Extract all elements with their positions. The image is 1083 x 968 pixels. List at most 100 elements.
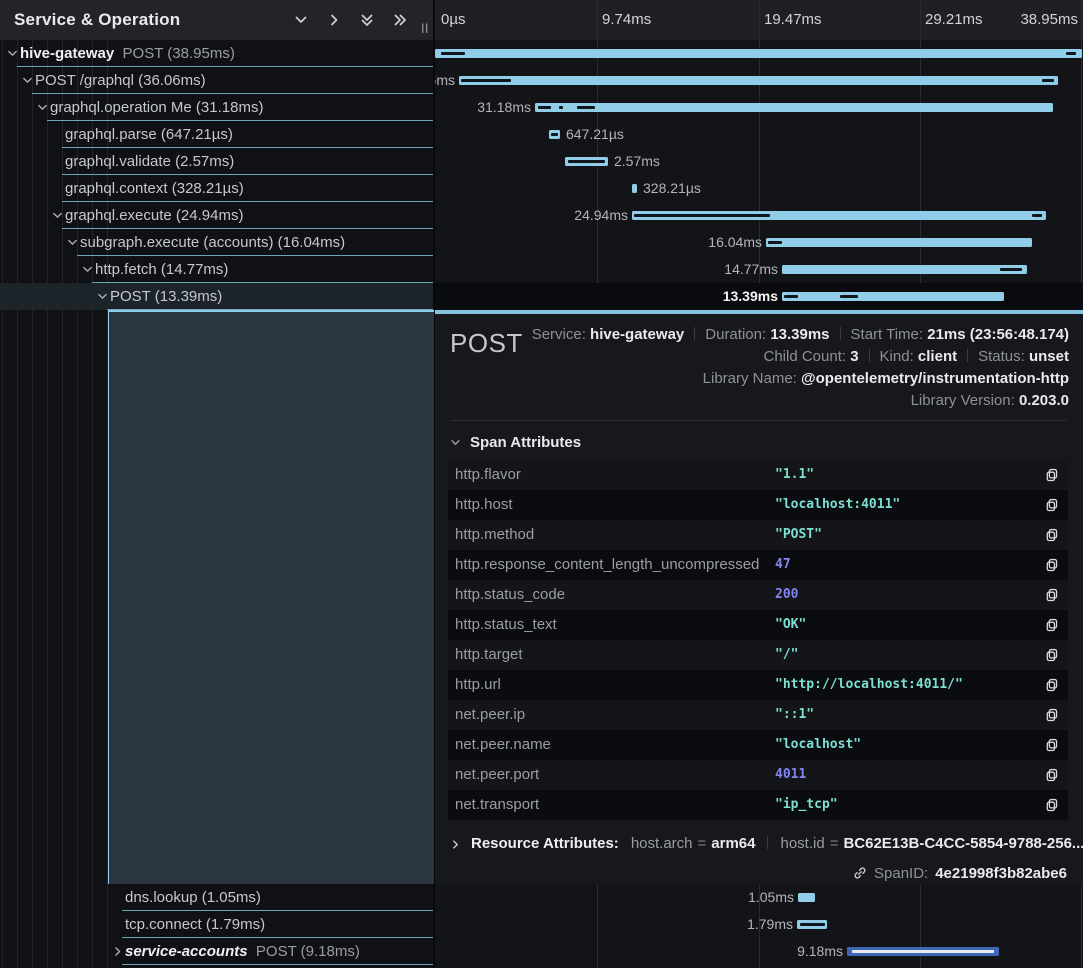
span-bar-row[interactable]: 14.77ms (435, 256, 1083, 283)
span-detail-panel: POST Service: hive-gatewayDuration: 13.3… (435, 310, 1083, 884)
span-bar-row[interactable]: 1.05ms (435, 884, 1083, 911)
span-duration-bar[interactable] (632, 211, 1046, 220)
chevron-right-icon (450, 839, 461, 850)
meta-line-4: Library Version: 0.203.0 (532, 390, 1069, 412)
chevron-down-icon[interactable] (66, 236, 79, 249)
copy-icon[interactable] (1045, 618, 1059, 632)
attribute-row: http.url"http://localhost:4011/" (448, 670, 1068, 700)
child-span-mark (538, 106, 551, 109)
service-operation-header: Service & Operation || (0, 0, 434, 40)
span-tree-row[interactable]: POST /graphql (36.06ms) (0, 67, 434, 94)
link-icon[interactable] (853, 866, 867, 880)
span-tree-row[interactable]: service-accounts POST (9.18ms) (0, 938, 434, 965)
span-bar-row[interactable]: 24.94ms (435, 202, 1083, 229)
kind-label: Kind: (880, 348, 914, 365)
chevron-down-icon[interactable] (81, 263, 94, 276)
span-duration-bar[interactable] (459, 76, 1058, 85)
timeline-panel: 0µs9.74ms19.47ms29.21ms38.95ms 38.95ms36… (435, 0, 1083, 968)
chevron-right-icon[interactable] (111, 945, 124, 958)
span-tree-row[interactable]: dns.lookup (1.05ms) (0, 884, 434, 911)
attribute-row: net.peer.name"localhost" (448, 730, 1068, 760)
divider (450, 420, 1067, 421)
copy-icon[interactable] (1045, 768, 1059, 782)
span-tree-row[interactable]: graphql.validate (2.57ms) (0, 148, 434, 175)
span-bar-row[interactable]: 2.57ms (435, 148, 1083, 175)
attribute-key: net.transport (455, 790, 539, 820)
copy-icon[interactable] (1045, 678, 1059, 692)
child-span-mark (1000, 268, 1022, 271)
span-name: graphql.parse (647.21µs) (65, 121, 233, 148)
span-bar-row[interactable]: 16.04ms (435, 229, 1083, 256)
span-bar-row[interactable]: 13.39ms (435, 283, 1083, 310)
start-time-label: Start Time: (851, 326, 924, 343)
meta-line-2: Child Count: 3Kind: clientStatus: unset (532, 346, 1069, 368)
span-bar-row[interactable]: 38.95ms (435, 40, 1083, 67)
span-duration-bar[interactable] (782, 292, 1004, 301)
copy-icon[interactable] (1045, 738, 1059, 752)
span-duration-bar[interactable] (632, 184, 637, 193)
copy-icon[interactable] (1045, 648, 1059, 662)
copy-icon[interactable] (1045, 798, 1059, 812)
span-duration-bar[interactable] (766, 238, 1032, 247)
meta-line-1: Service: hive-gatewayDuration: 13.39msSt… (532, 324, 1069, 346)
chevron-down-icon[interactable] (293, 12, 309, 28)
copy-icon[interactable] (1045, 528, 1059, 542)
chevron-down-icon[interactable] (51, 209, 64, 222)
chevron-down-icon[interactable] (96, 290, 109, 303)
span-tree-row[interactable]: tcp.connect (1.79ms) (0, 911, 434, 938)
copy-icon[interactable] (1045, 468, 1059, 482)
span-detail-meta: Service: hive-gatewayDuration: 13.39msSt… (532, 324, 1069, 412)
chevron-down-icon[interactable] (6, 47, 19, 60)
child-span-mark (1066, 52, 1076, 55)
span-name: graphql.context (328.21µs) (65, 175, 244, 202)
double-chevron-down-icon[interactable] (359, 12, 375, 28)
attribute-value: "OK" (775, 610, 806, 640)
duration-label: Duration: (705, 326, 766, 343)
panel-resize-handle[interactable]: || (421, 23, 429, 34)
copy-icon[interactable] (1045, 498, 1059, 512)
chevron-right-icon[interactable] (326, 12, 342, 28)
span-tree-row[interactable]: http.fetch (14.77ms) (0, 256, 434, 283)
chevron-down-icon[interactable] (21, 74, 34, 87)
span-bar-row[interactable]: 647.21µs (435, 121, 1083, 148)
span-tree-row[interactable]: hive-gateway POST (38.95ms) (0, 40, 434, 67)
chevron-down-icon (450, 437, 461, 448)
span-tree-row[interactable]: graphql.operation Me (31.18ms) (0, 94, 434, 121)
span-attributes-toggle[interactable]: Span Attributes (450, 434, 581, 451)
attribute-row: http.method"POST" (448, 520, 1068, 550)
service-name: service-accounts (125, 943, 248, 960)
span-name: service-accounts POST (9.18ms) (125, 938, 360, 965)
attribute-row: http.response_content_length_uncompresse… (448, 550, 1068, 580)
span-duration-bar[interactable] (798, 893, 815, 902)
span-tree-row[interactable]: subgraph.execute (accounts) (16.04ms) (0, 229, 434, 256)
span-duration-bar[interactable] (797, 920, 827, 929)
span-duration-bar[interactable] (435, 49, 1082, 58)
span-tree-row[interactable]: graphql.context (328.21µs) (0, 175, 434, 202)
span-tree-row[interactable]: graphql.parse (647.21µs) (0, 121, 434, 148)
resource-attributes-preview: host.arch=arm64host.id=BC62E13B-C4CC-585… (631, 833, 1083, 855)
span-name: hive-gateway POST (38.95ms) (20, 40, 235, 67)
resource-attributes-row[interactable]: Resource Attributes: host.arch=arm64host… (450, 833, 1083, 855)
span-duration-bar[interactable] (565, 157, 608, 166)
span-tree-row[interactable]: POST (13.39ms) (0, 283, 434, 310)
span-duration-bar[interactable] (535, 103, 1053, 112)
double-chevron-right-icon[interactable] (392, 12, 408, 28)
chevron-down-icon[interactable] (36, 101, 49, 114)
span-bar-row[interactable]: 1.79ms (435, 911, 1083, 938)
span-bar-row[interactable]: 9.18ms (435, 938, 1083, 965)
span-bar-row[interactable]: 31.18ms (435, 94, 1083, 121)
span-duration-bar[interactable] (782, 265, 1027, 274)
span-duration-bar[interactable] (847, 947, 999, 956)
span-tree-row[interactable]: graphql.execute (24.94ms) (0, 202, 434, 229)
child-span-mark (461, 79, 511, 82)
child-span-mark (800, 923, 825, 926)
span-duration-bar[interactable] (549, 130, 560, 139)
attribute-key: http.flavor (455, 460, 521, 490)
span-bar-row[interactable]: 328.21µs (435, 175, 1083, 202)
service-label: Service: (532, 326, 586, 343)
copy-icon[interactable] (1045, 708, 1059, 722)
span-bar-row[interactable]: 36.06ms (435, 67, 1083, 94)
kind-value: client (918, 348, 957, 365)
copy-icon[interactable] (1045, 558, 1059, 572)
copy-icon[interactable] (1045, 588, 1059, 602)
